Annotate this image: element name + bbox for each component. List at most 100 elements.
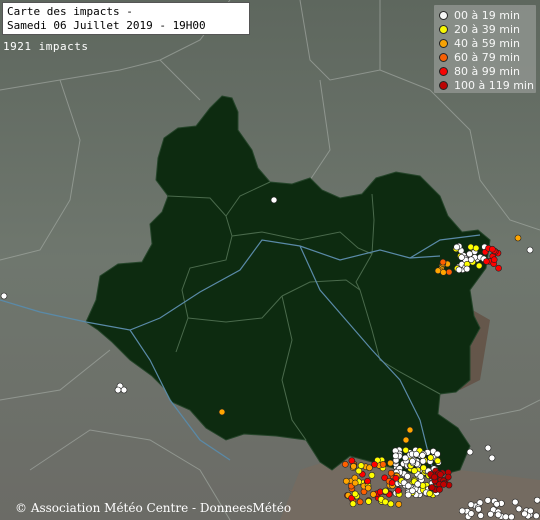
impact-dot bbox=[350, 463, 357, 470]
impact-dot bbox=[489, 245, 496, 253]
legend-swatch-2 bbox=[439, 38, 448, 48]
impact-dot bbox=[490, 256, 498, 263]
impact-dot bbox=[484, 497, 492, 504]
impact-dot bbox=[120, 386, 128, 394]
impact-dot bbox=[521, 510, 528, 518]
impact-dot bbox=[341, 461, 349, 468]
impact-dot bbox=[472, 244, 480, 252]
impact-dot bbox=[475, 262, 483, 270]
legend-swatch-5 bbox=[439, 80, 448, 90]
impact-dot bbox=[114, 386, 122, 394]
impact-dot bbox=[495, 264, 502, 272]
impact-dot bbox=[502, 513, 510, 520]
impact-dot bbox=[467, 256, 475, 263]
title-line-2: Samedi 06 Juillet 2019 - 19H00 bbox=[7, 19, 206, 32]
legend-label: 60 à 79 min bbox=[454, 50, 520, 64]
impact-dot bbox=[351, 479, 359, 487]
impact-dot bbox=[475, 505, 482, 513]
legend-swatch-0 bbox=[439, 10, 448, 20]
impact-dot bbox=[426, 490, 433, 497]
impact-dot bbox=[427, 454, 434, 461]
impact-dot bbox=[445, 268, 453, 276]
legend-label: 100 à 119 min bbox=[454, 78, 534, 92]
impact-dot bbox=[218, 408, 226, 416]
legend-item: 00 à 19 min bbox=[439, 8, 520, 22]
impact-dot bbox=[458, 507, 466, 515]
impact-dot bbox=[515, 505, 523, 513]
impact-dot bbox=[402, 446, 410, 454]
impact-dot bbox=[428, 484, 436, 491]
legend-item: 100 à 119 min bbox=[439, 78, 534, 92]
legend-swatch-1 bbox=[439, 24, 448, 34]
impact-dot bbox=[440, 481, 447, 488]
impact-dot bbox=[431, 473, 438, 481]
impact-dot bbox=[351, 490, 359, 498]
impact-dot bbox=[508, 513, 515, 520]
legend-item: 40 à 59 min bbox=[439, 36, 520, 50]
impact-dot bbox=[366, 464, 373, 472]
impact-dot bbox=[463, 265, 471, 273]
impact-dot bbox=[437, 471, 444, 478]
impact-dot bbox=[382, 498, 389, 506]
impact-dot bbox=[392, 474, 400, 482]
impact-dot bbox=[466, 448, 474, 456]
impact-dot bbox=[411, 467, 418, 475]
impact-dot bbox=[394, 487, 402, 494]
impact-dot bbox=[483, 258, 490, 265]
impact-dot bbox=[453, 243, 460, 251]
impact-dot bbox=[395, 500, 403, 508]
impact-dot bbox=[402, 454, 409, 462]
impact-dot bbox=[379, 461, 387, 468]
impact-dot bbox=[493, 500, 501, 508]
impact-dot bbox=[514, 234, 522, 242]
impact-dot bbox=[356, 498, 364, 506]
impact-dot bbox=[434, 450, 441, 458]
impact-dot bbox=[434, 267, 442, 275]
impact-dot bbox=[343, 477, 350, 485]
impact-dot bbox=[445, 473, 452, 481]
legend-item: 60 à 79 min bbox=[439, 50, 520, 64]
impact-dot bbox=[364, 477, 371, 485]
impact-dot bbox=[511, 498, 519, 506]
legend-swatch-3 bbox=[439, 52, 448, 62]
impact-dot bbox=[533, 496, 540, 504]
impact-dot bbox=[405, 482, 412, 490]
impact-dot bbox=[370, 491, 377, 498]
impact-dot bbox=[402, 436, 410, 444]
impact-dot bbox=[404, 491, 412, 499]
impact-dot bbox=[417, 473, 425, 480]
legend-label: 80 à 99 min bbox=[454, 64, 520, 78]
legend-label: 00 à 19 min bbox=[454, 8, 520, 22]
impact-dot bbox=[467, 501, 475, 508]
legend-label: 20 à 39 min bbox=[454, 22, 520, 36]
impact-dot bbox=[387, 459, 394, 467]
impact-dot bbox=[387, 500, 395, 508]
impact-dot bbox=[0, 292, 8, 300]
impact-dot bbox=[348, 457, 356, 464]
impact-dot bbox=[365, 498, 372, 505]
impact-count: 1921 impacts bbox=[3, 40, 89, 53]
impact-dot bbox=[413, 450, 420, 458]
credit-text: © Association Météo Centre - DonneesMété… bbox=[15, 501, 292, 515]
impact-dot bbox=[484, 444, 492, 452]
impact-dot bbox=[434, 457, 441, 465]
impact-dot bbox=[382, 487, 389, 495]
impact-dot bbox=[406, 426, 414, 434]
impact-dot bbox=[467, 510, 475, 517]
impact-dot bbox=[466, 250, 473, 258]
impact-dot bbox=[270, 196, 278, 204]
impact-dot bbox=[349, 500, 357, 508]
impact-dot bbox=[533, 512, 540, 520]
impact-dot bbox=[419, 457, 427, 465]
legend-item: 20 à 39 min bbox=[439, 22, 520, 36]
impact-dot bbox=[494, 511, 502, 519]
legend: 00 à 19 min 20 à 39 min 40 à 59 min 60 à… bbox=[434, 5, 536, 93]
title-line-1: Carte des impacts - bbox=[7, 5, 133, 18]
impact-dot bbox=[368, 471, 376, 479]
legend-item: 80 à 99 min bbox=[439, 64, 520, 78]
impact-dot bbox=[419, 452, 426, 459]
impact-dot bbox=[458, 254, 465, 261]
title-box: Carte des impacts - Samedi 06 Juillet 20… bbox=[2, 2, 250, 35]
legend-swatch-4 bbox=[439, 66, 448, 76]
impact-dot bbox=[526, 246, 534, 254]
